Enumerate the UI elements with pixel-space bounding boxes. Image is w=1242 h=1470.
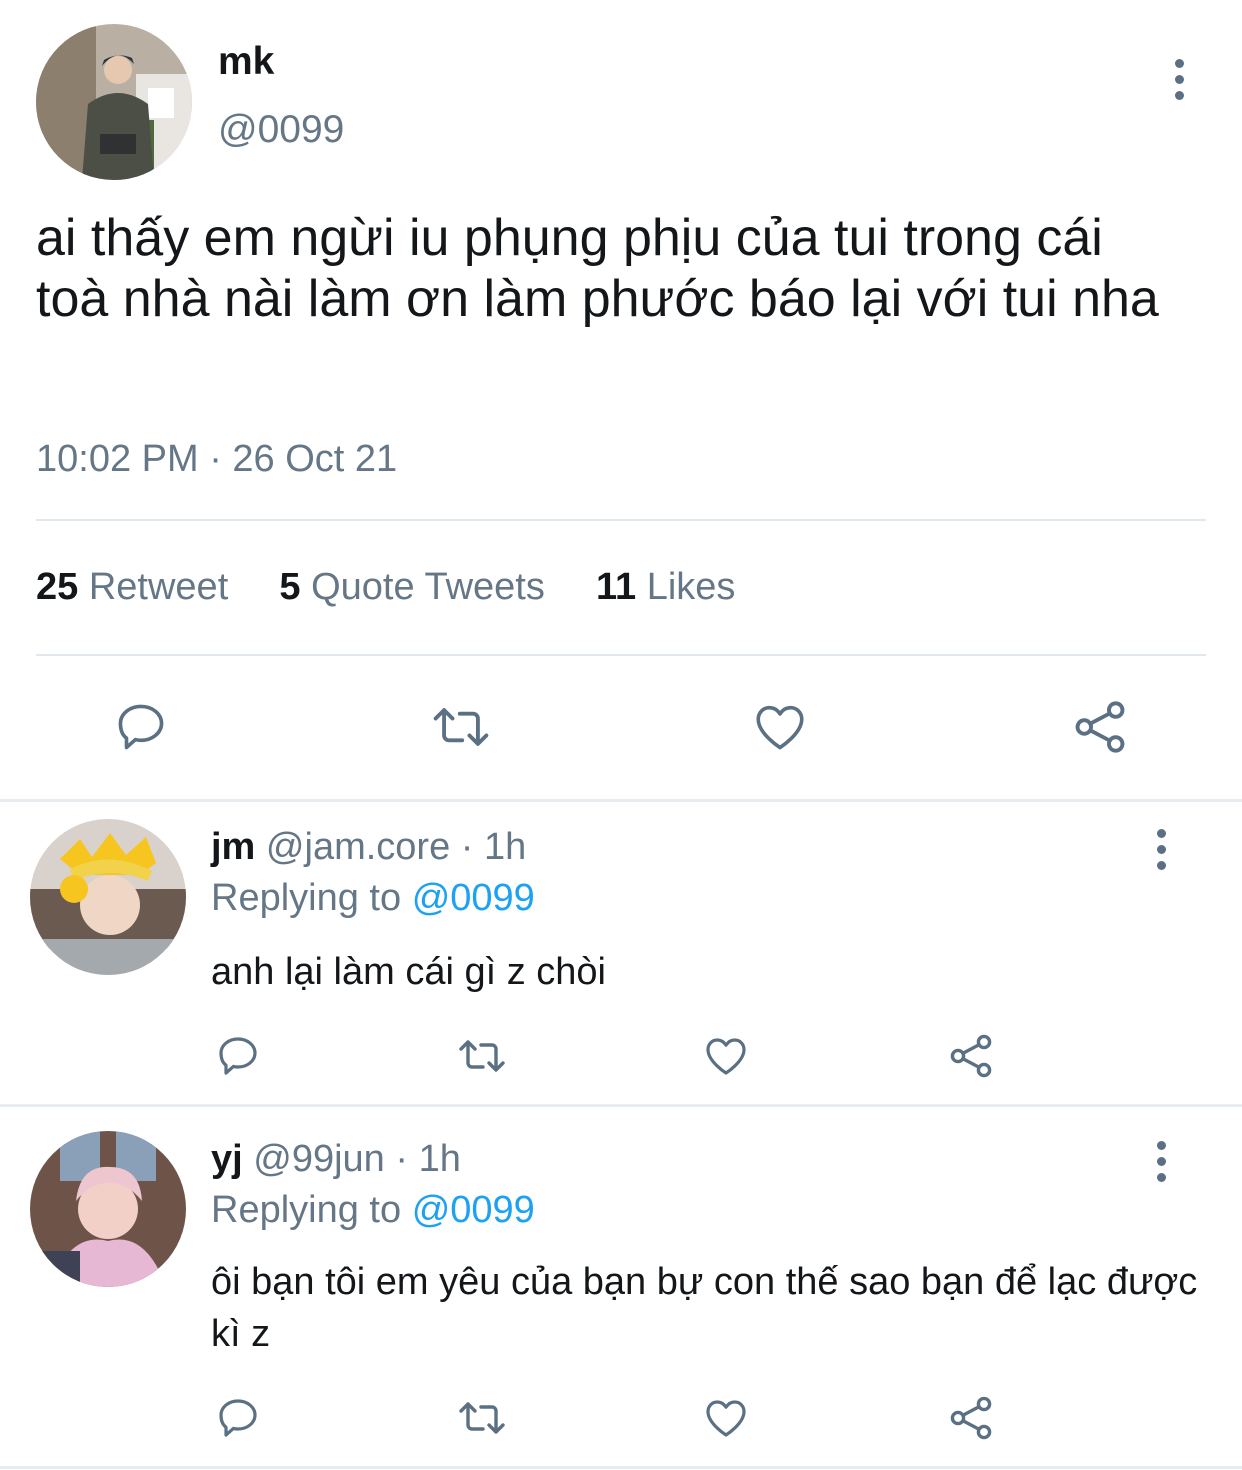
reply-button[interactable] <box>214 1394 262 1442</box>
reply-button[interactable] <box>112 698 170 756</box>
tweet-text: ai thấy em ngừi iu phụng phịu của tui tr… <box>36 209 1159 328</box>
more-dot <box>1156 861 1166 870</box>
reply-time: · 1h <box>395 1138 461 1180</box>
reply-icon <box>118 704 164 750</box>
quotes-stat[interactable]: 5 Quote Tweets <box>279 566 555 608</box>
more-vertical-icon <box>1174 59 1184 68</box>
reply-avatar[interactable] <box>30 1131 186 1287</box>
replying-to-label: Replying to <box>211 1189 402 1231</box>
retweet-icon <box>459 1040 505 1072</box>
reply-author-name[interactable]: yj <box>211 1138 243 1180</box>
replying-to-link[interactable]: @0099 <box>412 1189 535 1231</box>
quotes-count: 5 <box>279 566 301 608</box>
likes-stat[interactable]: 11 Likes <box>596 566 735 608</box>
share-button[interactable] <box>946 1032 996 1080</box>
reply-button[interactable] <box>214 1032 262 1080</box>
more-dot <box>1174 75 1184 84</box>
reply-text: ôi bạn tôi em yêu của bạn bự con thế sao… <box>211 1261 1198 1355</box>
replying-to-link[interactable]: @0099 <box>412 877 535 919</box>
reply-icon <box>219 1037 257 1075</box>
share-button[interactable] <box>1070 698 1130 756</box>
retweets-stat[interactable]: 25 Retweet <box>36 566 239 608</box>
reply-author-handle[interactable]: @jam.core <box>266 826 450 868</box>
heart-icon <box>706 1038 746 1075</box>
reply-icon <box>219 1399 257 1437</box>
more-options-button[interactable] <box>1155 829 1167 870</box>
more-vertical-icon <box>1156 829 1166 838</box>
retweets-label: Retweet <box>88 566 229 608</box>
reply-text: anh lại làm cái gì z chòi <box>211 951 606 993</box>
tweet-stats: 25 Retweet 5 Quote Tweets 11 Likes <box>36 566 735 609</box>
likes-count: 11 <box>595 566 637 608</box>
reply-author-handle[interactable]: @99jun <box>253 1138 385 1180</box>
retweets-count: 25 <box>36 566 79 608</box>
author-name[interactable]: mk <box>218 40 274 84</box>
replying-to-label: Replying to <box>211 877 402 919</box>
author-avatar[interactable] <box>36 24 192 180</box>
more-dot <box>1156 845 1166 854</box>
section-divider <box>0 1104 1242 1107</box>
more-options-button[interactable] <box>1173 59 1185 100</box>
likes-label: Likes <box>646 566 736 608</box>
reply-time: · 1h <box>460 826 527 868</box>
heart-icon <box>756 705 804 750</box>
retweet-icon <box>459 1402 505 1434</box>
section-divider <box>0 1466 1242 1469</box>
like-button[interactable] <box>750 698 810 756</box>
more-options-button[interactable] <box>1155 1141 1167 1182</box>
quotes-label: Quote Tweets <box>311 566 545 608</box>
reply-avatar[interactable] <box>30 819 186 975</box>
replying-to: Replying to @0099 <box>211 1189 535 1232</box>
replying-to: Replying to @0099 <box>211 877 535 920</box>
share-icon <box>950 1396 992 1440</box>
share-button[interactable] <box>946 1394 996 1442</box>
more-dot <box>1156 1173 1166 1182</box>
like-button[interactable] <box>701 1032 751 1080</box>
author-handle[interactable]: @0099 <box>218 108 344 152</box>
divider <box>36 654 1206 656</box>
retweet-icon <box>433 708 489 746</box>
more-vertical-icon <box>1156 1141 1166 1150</box>
like-button[interactable] <box>701 1394 751 1442</box>
reply-header: yj @99jun · 1h <box>211 1138 461 1181</box>
share-icon <box>950 1034 992 1078</box>
heart-icon <box>706 1400 746 1437</box>
retweet-button[interactable] <box>454 1032 510 1080</box>
tweet-timestamp: 10:02 PM · 26 Oct 21 <box>36 438 398 480</box>
section-divider <box>0 799 1242 802</box>
retweet-button[interactable] <box>428 698 494 756</box>
reply-header: jm @jam.core · 1h <box>211 826 526 869</box>
retweet-button[interactable] <box>454 1394 510 1442</box>
share-icon <box>1075 701 1125 753</box>
more-dot <box>1156 1157 1166 1166</box>
reply-author-name[interactable]: jm <box>211 826 255 868</box>
more-dot <box>1174 91 1184 100</box>
divider <box>36 519 1206 521</box>
